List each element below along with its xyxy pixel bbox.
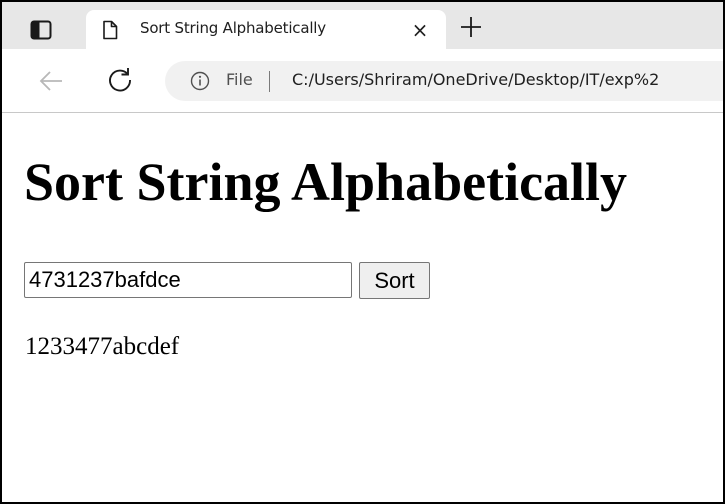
back-arrow-icon[interactable] — [38, 70, 64, 92]
reload-icon[interactable] — [106, 66, 134, 94]
page-content: Sort String Alphabetically Sort 1233477a… — [2, 114, 723, 502]
page-title: Sort String Alphabetically — [24, 152, 628, 212]
address-url[interactable]: C:/Users/Shriram/OneDrive/Desktop/IT/exp… — [292, 70, 659, 89]
new-tab-button[interactable] — [456, 12, 486, 42]
address-scheme-label: File — [226, 70, 253, 89]
plus-icon — [461, 17, 481, 37]
browser-window: Sort String Alphabetically × File C:/Use… — [0, 0, 725, 504]
tab-strip: Sort String Alphabetically × — [2, 2, 723, 49]
address-bar[interactable]: File C:/Users/Shriram/OneDrive/Desktop/I… — [165, 61, 723, 101]
document-icon — [103, 20, 118, 40]
tab-actions-button[interactable] — [10, 10, 72, 49]
string-input[interactable] — [24, 262, 352, 298]
tab-actions-icon — [30, 20, 52, 39]
address-separator — [269, 71, 270, 92]
info-icon[interactable] — [190, 71, 210, 91]
sorted-result: 1233477abcdef — [25, 333, 180, 360]
tab-close-button[interactable]: × — [409, 18, 431, 42]
tab-active[interactable]: Sort String Alphabetically × — [86, 10, 446, 49]
sort-button[interactable]: Sort — [359, 262, 430, 299]
browser-toolbar: File C:/Users/Shriram/OneDrive/Desktop/I… — [2, 49, 723, 113]
tab-title: Sort String Alphabetically — [140, 19, 326, 37]
